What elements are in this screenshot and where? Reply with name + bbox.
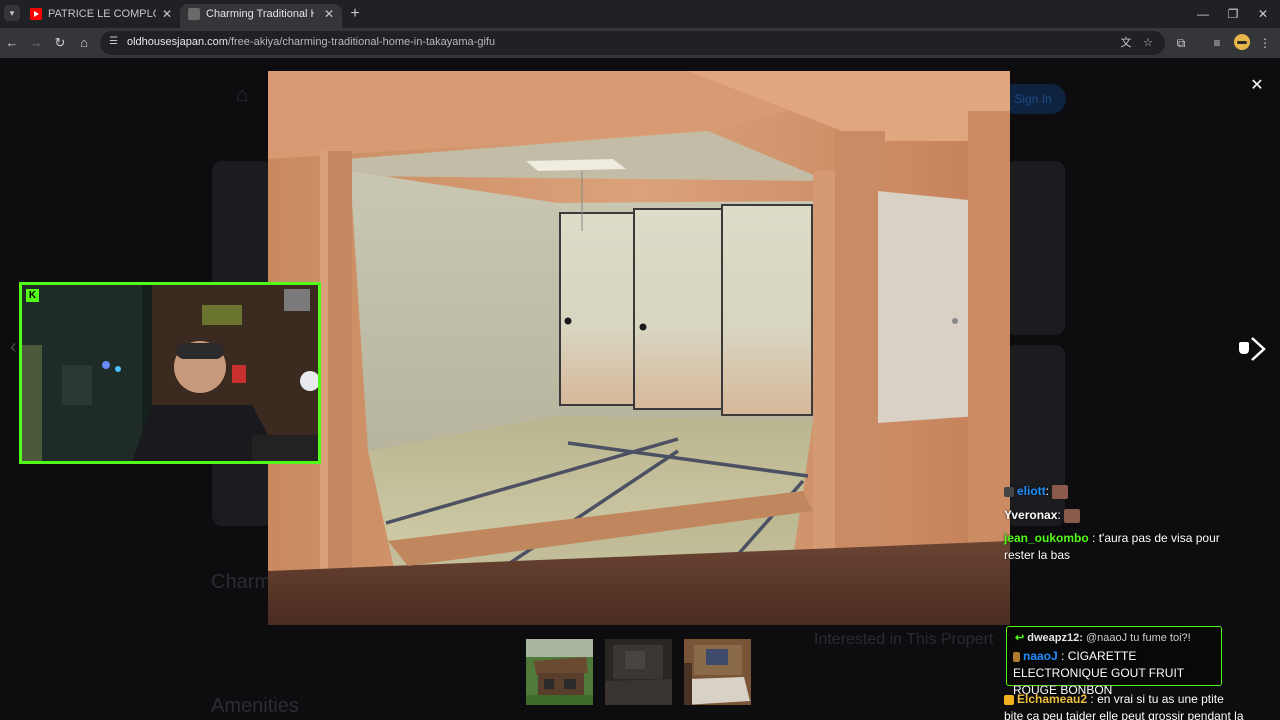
listing-title: Charm <box>211 571 272 593</box>
restore-icon[interactable]: ❐ <box>1218 4 1248 24</box>
chat-separator: : <box>1087 692 1098 706</box>
lightbox-close-icon[interactable]: ✕ <box>1248 77 1266 95</box>
lightbox-photo <box>268 71 1010 625</box>
tab-youtube[interactable]: PATRICE LE COMPLOTISTE, 73 A ✕ <box>22 4 180 28</box>
reply-context: ↩ dweapz12: @naaoJ tu fume toi?! <box>1015 630 1191 647</box>
mouse-cursor-icon <box>1239 342 1249 354</box>
home-icon[interactable]: ⌂ <box>75 34 93 52</box>
address-bar[interactable]: ☰ oldhousesjapan.com/free-akiya/charming… <box>100 31 1165 55</box>
url-text[interactable]: oldhousesjapan.com/free-akiya/charming-t… <box>127 36 495 48</box>
thumbnail-exterior[interactable] <box>526 639 593 705</box>
profile-avatar[interactable] <box>1234 34 1250 50</box>
reload-icon[interactable]: ↻ <box>51 34 69 52</box>
chat-message: Yveronax: <box>1004 507 1244 524</box>
chat-separator: : <box>1088 531 1099 545</box>
user-badge-icon <box>1004 694 1014 705</box>
tab-close-icon[interactable]: ✕ <box>162 4 172 24</box>
youtube-favicon-icon <box>30 8 42 20</box>
back-icon[interactable]: ← <box>3 34 21 52</box>
thumbnail-bedroom[interactable] <box>684 639 751 705</box>
chat-message: eliott: <box>1004 483 1244 500</box>
site-info-icon[interactable]: ☰ <box>109 36 121 48</box>
gallery-side-bg <box>1005 161 1065 335</box>
chat-username: jean_oukombo <box>1004 531 1089 545</box>
site-favicon-icon <box>188 8 200 20</box>
chat-username: Elchameau2 <box>1017 692 1088 706</box>
tab-close-icon[interactable]: ✕ <box>324 4 334 24</box>
kick-logo-icon: K <box>26 289 39 302</box>
chat-message: Elchameau2 : en vrai si tu as une ptite … <box>1004 691 1244 720</box>
amenities-heading: Amenities <box>211 695 299 717</box>
translate-icon[interactable]: 文 <box>1118 35 1134 51</box>
chat-username: naaoJ <box>1023 649 1058 663</box>
tab-strip: ▾ PATRICE LE COMPLOTISTE, 73 A ✕ Charmin… <box>0 0 1280 28</box>
forward-icon[interactable]: → <box>27 34 45 52</box>
reply-username: dweapz12: <box>1027 632 1083 644</box>
lightbox-prev-icon[interactable]: ‹ <box>10 336 17 359</box>
tab-title: PATRICE LE COMPLOTISTE, 73 A <box>48 8 156 20</box>
thumbnail-empty-room[interactable] <box>605 639 672 705</box>
interested-heading: Interested in This Propert <box>814 631 994 648</box>
bookmark-star-icon[interactable]: ☆ <box>1140 35 1156 51</box>
chat-separator: : <box>1057 508 1061 522</box>
user-badge-icon <box>1004 486 1014 497</box>
tab-title: Charming Traditional Home in T <box>206 8 314 20</box>
menu-kebab-icon[interactable]: ⋮ <box>1256 34 1274 52</box>
extensions-icon[interactable]: ⧉ <box>1172 34 1190 52</box>
tab-search-chevron-icon[interactable]: ▾ <box>4 5 20 21</box>
emote-icon <box>1064 508 1081 523</box>
reading-list-icon[interactable]: ≡ <box>1208 34 1226 52</box>
reply-text: @naaoJ tu fume toi?! <box>1085 632 1191 644</box>
page-content: ⌂ Sign In Charm Interested in This Prope… <box>0 58 1280 720</box>
window-close-icon[interactable]: ✕ <box>1248 4 1278 24</box>
chat-username: eliott <box>1017 484 1046 498</box>
chat-username: Yveronax <box>1004 508 1058 522</box>
chat-reply-message: ↩ dweapz12: @naaoJ tu fume toi?! naaoJ :… <box>1006 626 1222 697</box>
minimize-icon[interactable]: — <box>1188 4 1218 24</box>
chat-separator: : <box>1057 649 1068 663</box>
site-logo-icon: ⌂ <box>236 84 249 106</box>
toolbar: ← → ↻ ⌂ ☰ oldhousesjapan.com/free-akiya/… <box>0 28 1280 58</box>
reply-arrow-icon: ↩ <box>1015 632 1025 644</box>
chat-message: jean_oukombo : t'aura pas de visa pour r… <box>1004 530 1244 564</box>
emote-icon <box>1052 484 1069 499</box>
chat-separator: : <box>1045 484 1050 498</box>
streamer-webcam: K <box>19 282 321 464</box>
user-badge-icon <box>1013 651 1020 662</box>
tab-oldhousesjapan[interactable]: Charming Traditional Home in T ✕ <box>180 4 342 28</box>
new-tab-button[interactable]: + <box>345 4 365 24</box>
